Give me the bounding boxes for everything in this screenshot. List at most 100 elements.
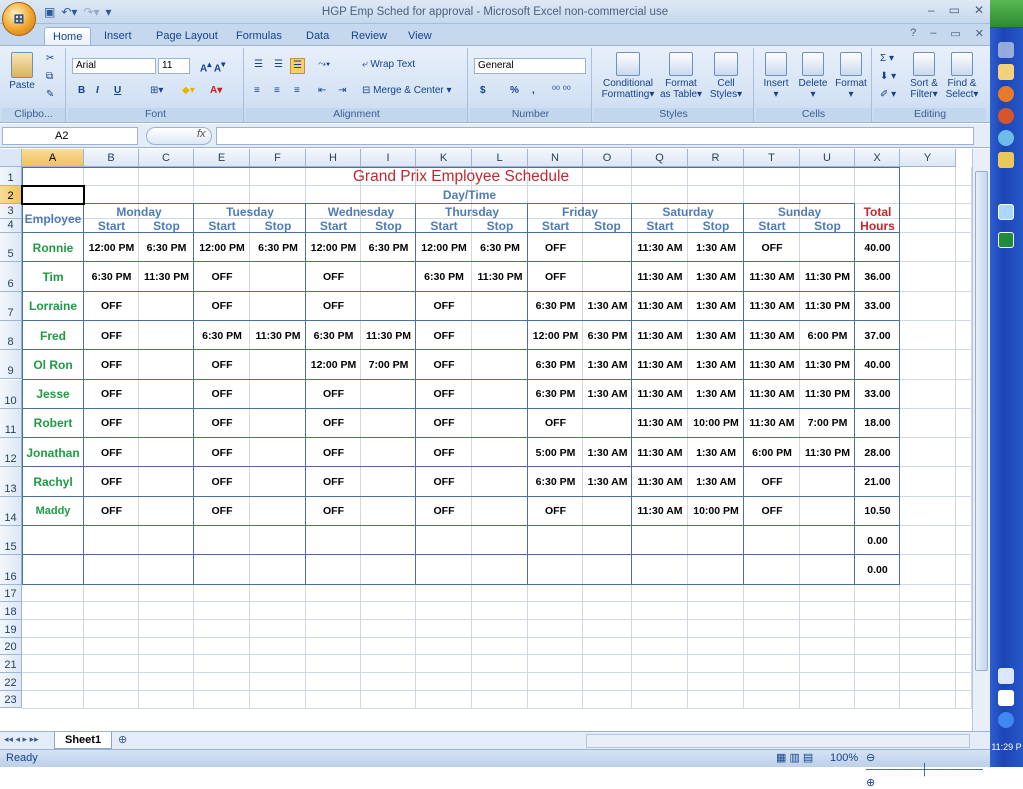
row-header-7[interactable]: 7 xyxy=(0,291,22,321)
schedule-cell[interactable] xyxy=(583,497,632,526)
schedule-cell[interactable]: 1:30 AM xyxy=(583,438,632,467)
employee-name[interactable]: Ronnie xyxy=(22,233,84,262)
schedule-cell[interactable] xyxy=(800,526,855,555)
restore-button[interactable]: ▭ xyxy=(949,3,960,17)
schedule-cell[interactable] xyxy=(194,555,250,584)
schedule-cell[interactable]: OFF xyxy=(416,380,472,409)
schedule-cell[interactable] xyxy=(361,292,416,321)
schedule-cell[interactable] xyxy=(139,497,194,526)
schedule-cell[interactable]: 12:00 PM xyxy=(306,233,361,262)
schedule-cell[interactable]: 6:30 PM xyxy=(528,380,583,409)
redo-icon[interactable]: ↷▾ xyxy=(83,5,99,19)
schedule-cell[interactable]: OFF xyxy=(744,497,800,526)
schedule-cell[interactable] xyxy=(583,233,632,262)
schedule-cell[interactable] xyxy=(472,380,528,409)
schedule-cell[interactable]: 12:00 PM xyxy=(416,233,472,262)
schedule-cell[interactable]: 11:30 AM xyxy=(744,350,800,379)
schedule-cell[interactable]: 11:30 AM xyxy=(632,438,688,467)
row-header-17[interactable]: 17 xyxy=(0,584,22,603)
schedule-cell[interactable]: 6:00 PM xyxy=(744,438,800,467)
schedule-cell[interactable] xyxy=(472,350,528,379)
column-header-K[interactable]: K xyxy=(416,149,472,167)
schedule-cell[interactable]: 11:30 AM xyxy=(632,321,688,350)
schedule-cell[interactable]: 1:30 AM xyxy=(688,350,744,379)
font-name-dropdown[interactable]: Arial xyxy=(72,58,156,74)
schedule-cell[interactable] xyxy=(84,526,139,555)
minimize-button[interactable]: – xyxy=(928,3,935,17)
column-header-L[interactable]: L xyxy=(472,149,528,167)
employee-name[interactable]: Jonathan xyxy=(22,438,84,467)
insert-cells-button[interactable]: Insert ▾ xyxy=(758,52,794,100)
format-as-table-button[interactable]: Format as Table▾ xyxy=(658,52,704,100)
schedule-cell[interactable] xyxy=(139,467,194,496)
row-header-11[interactable]: 11 xyxy=(0,408,22,439)
schedule-cell[interactable] xyxy=(250,555,306,584)
borders-icon[interactable]: ⊞▾ xyxy=(148,84,165,100)
align-bottom-icon[interactable]: ☰ xyxy=(290,58,305,74)
employee-name[interactable] xyxy=(22,526,84,555)
total-hours-cell[interactable]: 40.00 xyxy=(855,233,900,262)
schedule-cell[interactable]: 12:00 PM xyxy=(306,350,361,379)
close-button[interactable]: ✕ xyxy=(974,3,984,17)
name-box[interactable]: A2 xyxy=(2,127,138,145)
sheet-tab[interactable]: Sheet1 xyxy=(54,732,113,749)
schedule-cell[interactable]: 11:30 AM xyxy=(744,262,800,291)
undo-icon[interactable]: ↶▾ xyxy=(61,5,77,19)
firefox-icon[interactable] xyxy=(998,86,1014,102)
browser-icon[interactable] xyxy=(998,108,1014,124)
tab-formulas[interactable]: Formulas xyxy=(228,27,290,46)
row-header-20[interactable]: 20 xyxy=(0,637,22,656)
schedule-cell[interactable]: OFF xyxy=(416,438,472,467)
schedule-cell[interactable]: OFF xyxy=(416,321,472,350)
schedule-cell[interactable]: OFF xyxy=(306,438,361,467)
schedule-cell[interactable]: 1:30 AM xyxy=(688,438,744,467)
schedule-cell[interactable] xyxy=(361,438,416,467)
tab-view[interactable]: View xyxy=(400,27,440,46)
row-header-9[interactable]: 9 xyxy=(0,350,22,380)
row-header-2[interactable]: 2 xyxy=(0,186,22,204)
schedule-cell[interactable]: OFF xyxy=(194,292,250,321)
column-header-F[interactable]: F xyxy=(250,149,306,167)
schedule-cell[interactable]: 11:30 PM xyxy=(800,292,855,321)
row-header-13[interactable]: 13 xyxy=(0,467,22,497)
schedule-cell[interactable]: OFF xyxy=(194,380,250,409)
schedule-cell[interactable] xyxy=(744,526,800,555)
doc-close-button[interactable]: ✕ xyxy=(975,27,984,40)
schedule-cell[interactable]: OFF xyxy=(194,467,250,496)
row-header-3[interactable]: 3 xyxy=(0,204,22,219)
schedule-cell[interactable] xyxy=(84,555,139,584)
network-icon[interactable] xyxy=(998,712,1014,728)
schedule-cell[interactable] xyxy=(583,555,632,584)
row-header-6[interactable]: 6 xyxy=(0,262,22,292)
schedule-cell[interactable] xyxy=(139,409,194,438)
employee-name[interactable]: Lorraine xyxy=(22,292,84,321)
schedule-cell[interactable] xyxy=(583,409,632,438)
schedule-cell[interactable]: 1:30 AM xyxy=(688,233,744,262)
schedule-cell[interactable] xyxy=(250,380,306,409)
row-header-19[interactable]: 19 xyxy=(0,620,22,638)
schedule-cell[interactable] xyxy=(361,555,416,584)
schedule-cell[interactable]: 6:30 PM xyxy=(528,467,583,496)
autosum-icon[interactable]: Σ ▾ xyxy=(878,52,896,68)
schedule-cell[interactable]: 6:30 PM xyxy=(84,262,139,291)
schedule-cell[interactable]: 6:30 PM xyxy=(416,262,472,291)
format-cells-button[interactable]: Format ▾ xyxy=(832,52,870,100)
schedule-cell[interactable] xyxy=(250,497,306,526)
align-top-icon[interactable]: ☰ xyxy=(252,58,265,74)
schedule-cell[interactable]: OFF xyxy=(744,467,800,496)
row-header-23[interactable]: 23 xyxy=(0,690,22,709)
schedule-cell[interactable] xyxy=(528,555,583,584)
schedule-cell[interactable]: OFF xyxy=(306,497,361,526)
cut-icon[interactable]: ✂ xyxy=(44,52,56,68)
schedule-cell[interactable] xyxy=(800,497,855,526)
schedule-cell[interactable]: OFF xyxy=(194,497,250,526)
customize-qat-icon[interactable]: ▾ xyxy=(106,5,112,19)
total-hours-cell[interactable]: 33.00 xyxy=(855,292,900,321)
column-header-X[interactable]: X xyxy=(855,149,900,167)
employee-name[interactable]: Tim xyxy=(22,262,84,291)
row-header-4[interactable]: 4 xyxy=(0,219,22,233)
column-header-O[interactable]: O xyxy=(583,149,632,167)
schedule-cell[interactable]: 12:00 PM xyxy=(194,233,250,262)
tab-review[interactable]: Review xyxy=(343,27,395,46)
schedule-cell[interactable]: 11:30 AM xyxy=(632,262,688,291)
